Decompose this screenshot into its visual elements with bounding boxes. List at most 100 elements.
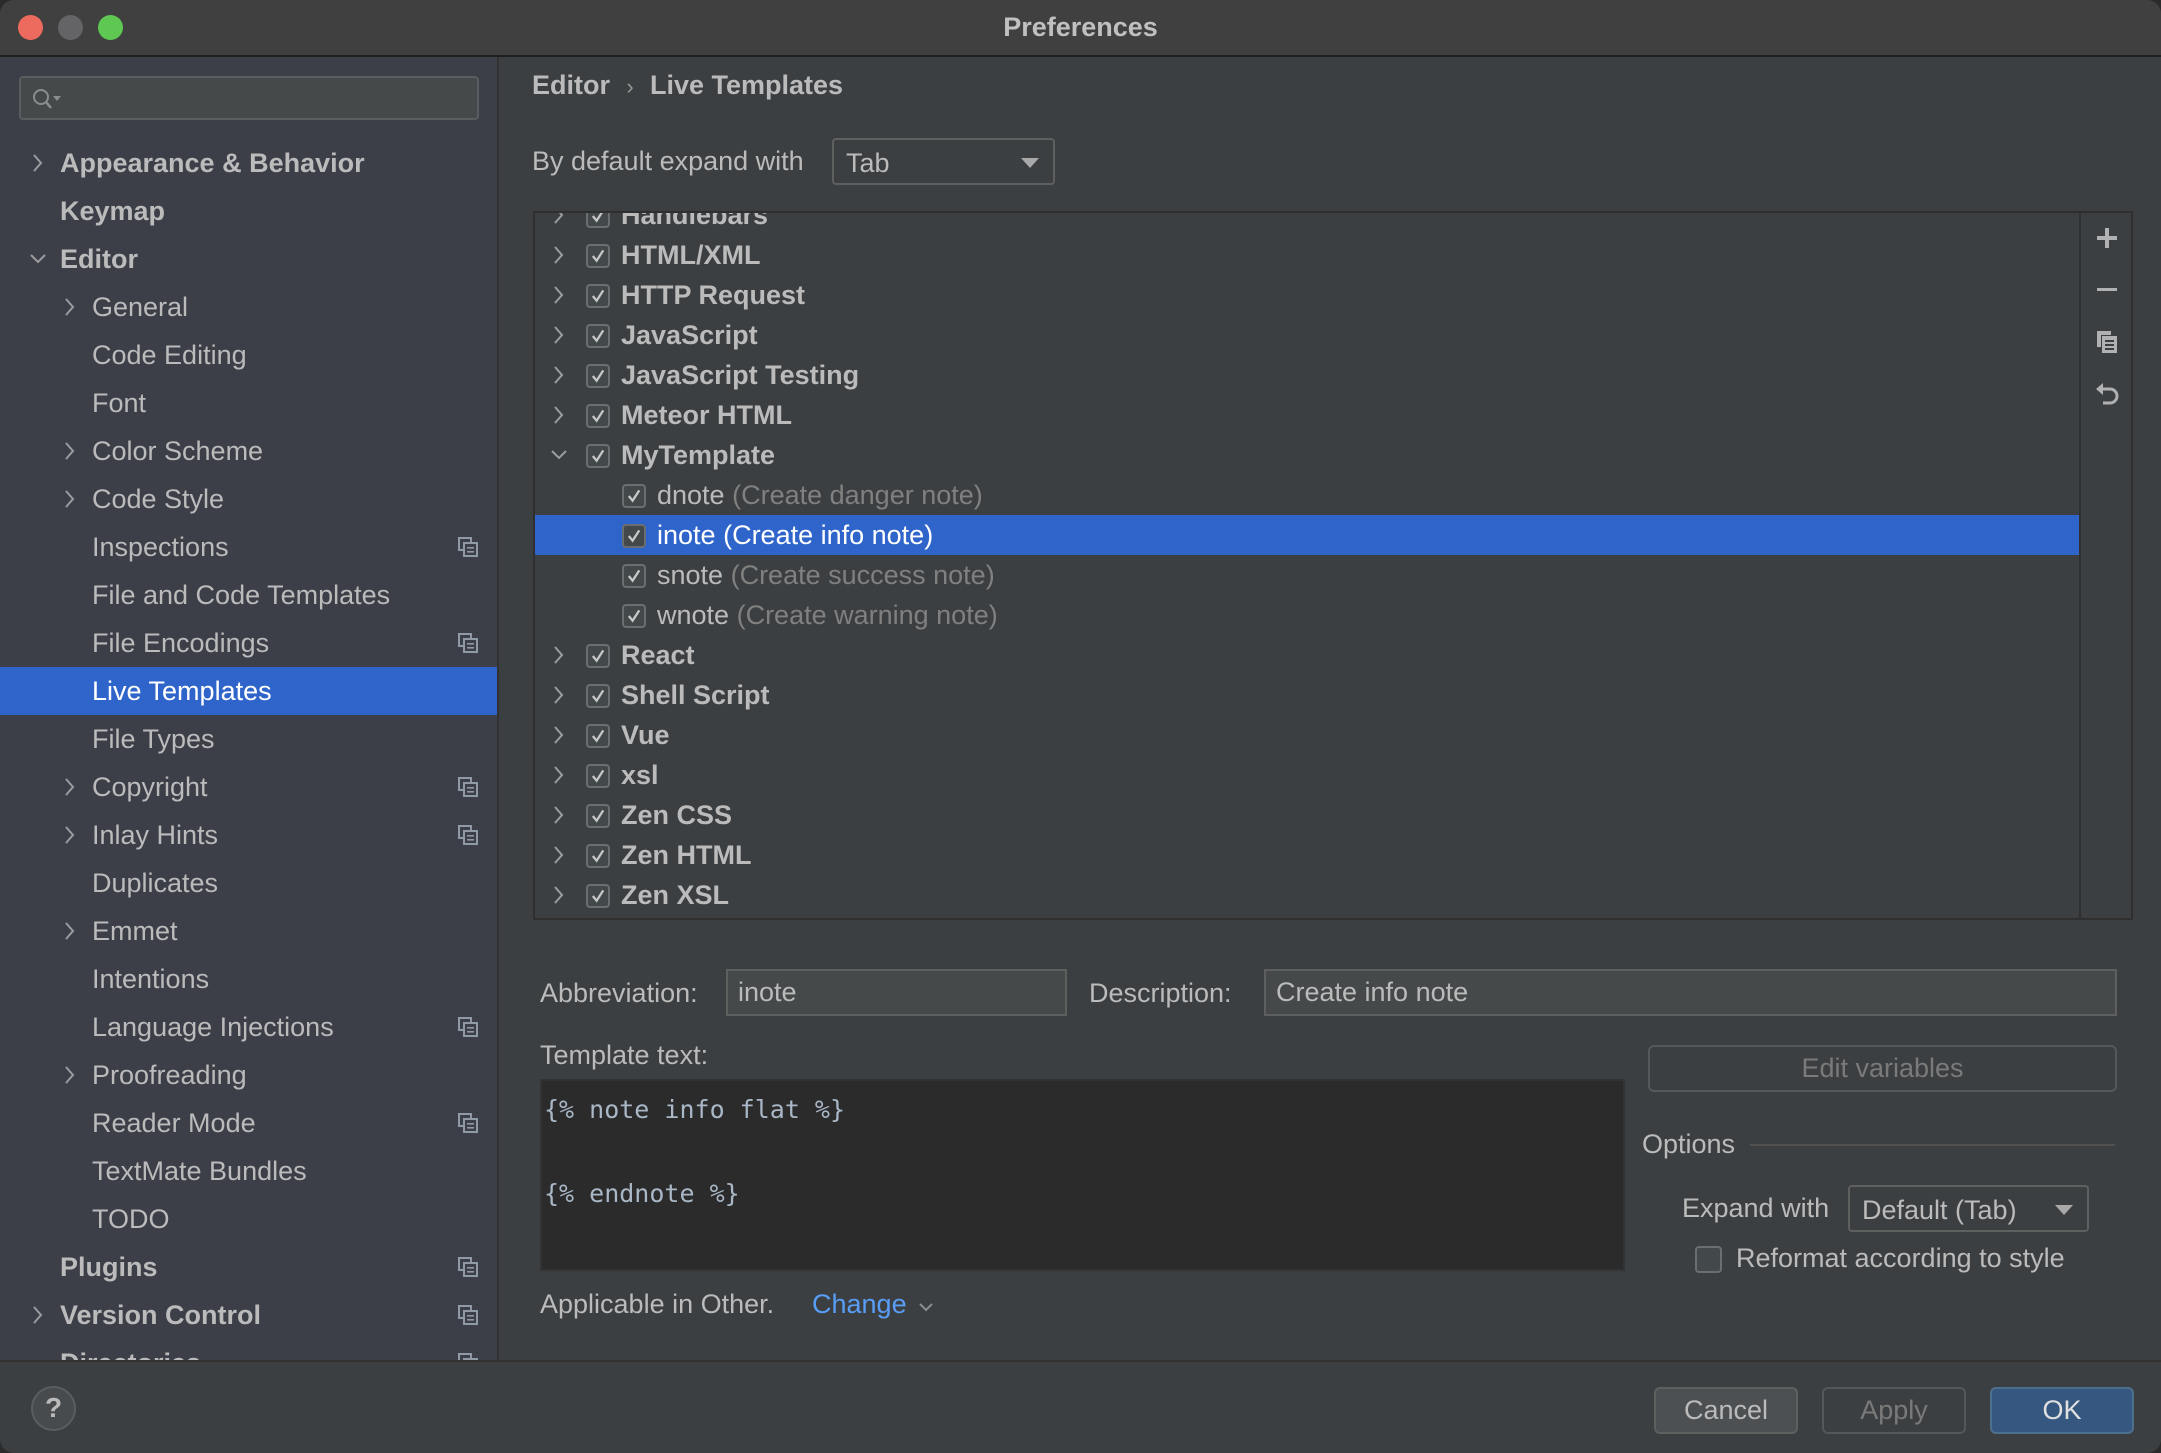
template-group-row[interactable]: JavaScript — [535, 315, 2081, 355]
template-group-row[interactable]: MyTemplate — [535, 435, 2081, 475]
template-group-checkbox[interactable] — [586, 244, 610, 268]
sidebar-item-language-injections[interactable]: Language Injections — [0, 1003, 497, 1051]
chevron-right-icon[interactable] — [549, 795, 569, 835]
sidebar-item-file-types[interactable]: File Types — [0, 715, 497, 763]
template-group-row[interactable]: Zen XSL — [535, 875, 2081, 915]
chevron-right-icon[interactable] — [549, 213, 569, 235]
chevron-right-icon[interactable] — [60, 475, 80, 523]
template-group-checkbox[interactable] — [586, 884, 610, 908]
sidebar-item-reader-mode[interactable]: Reader Mode — [0, 1099, 497, 1147]
template-group-checkbox[interactable] — [586, 724, 610, 748]
sidebar-item-code-editing[interactable]: Code Editing — [0, 331, 497, 379]
sidebar-item-directories[interactable]: Directories — [0, 1339, 497, 1360]
change-context-link[interactable]: Change — [812, 1289, 934, 1320]
template-group-checkbox[interactable] — [586, 804, 610, 828]
sidebar-item-file-and-code-templates[interactable]: File and Code Templates — [0, 571, 497, 619]
sidebar-item-proofreading[interactable]: Proofreading — [0, 1051, 497, 1099]
sidebar-item-copyright[interactable]: Copyright — [0, 763, 497, 811]
chevron-down-icon[interactable] — [549, 435, 569, 475]
restore-icon[interactable] — [2094, 381, 2120, 407]
sidebar-item-editor[interactable]: Editor — [0, 235, 497, 283]
template-group-row[interactable]: Handlebars — [535, 213, 2081, 235]
template-group-row[interactable]: JavaScript Testing — [535, 355, 2081, 395]
chevron-right-icon[interactable] — [60, 907, 80, 955]
chevron-right-icon[interactable] — [549, 675, 569, 715]
template-group-checkbox[interactable] — [586, 684, 610, 708]
chevron-down-icon[interactable] — [28, 235, 48, 283]
template-group-checkbox[interactable] — [586, 764, 610, 788]
template-group-checkbox[interactable] — [586, 284, 610, 308]
chevron-right-icon[interactable] — [549, 315, 569, 355]
chevron-right-icon[interactable] — [549, 355, 569, 395]
chevron-right-icon[interactable] — [549, 755, 569, 795]
template-row[interactable]: wnote (Create warning note) — [535, 595, 2081, 635]
template-group-checkbox[interactable] — [586, 324, 610, 348]
sidebar-item-plugins[interactable]: Plugins — [0, 1243, 497, 1291]
template-group-checkbox[interactable] — [586, 444, 610, 468]
template-row[interactable]: inote (Create info note) — [535, 515, 2081, 555]
template-group-row[interactable]: React — [535, 635, 2081, 675]
chevron-right-icon[interactable] — [60, 1051, 80, 1099]
apply-button[interactable]: Apply — [1822, 1387, 1966, 1434]
template-group-row[interactable]: Zen CSS — [535, 795, 2081, 835]
chevron-right-icon[interactable] — [60, 811, 80, 859]
remove-icon[interactable] — [2094, 277, 2120, 303]
chevron-right-icon[interactable] — [549, 715, 569, 755]
chevron-right-icon[interactable] — [549, 635, 569, 675]
sidebar-item-inspections[interactable]: Inspections — [0, 523, 497, 571]
chevron-right-icon[interactable] — [549, 875, 569, 915]
sidebar-item-textmate-bundles[interactable]: TextMate Bundles — [0, 1147, 497, 1195]
template-group-row[interactable]: Zen HTML — [535, 835, 2081, 875]
template-group-row[interactable]: HTTP Request — [535, 275, 2081, 315]
sidebar-item-file-encodings[interactable]: File Encodings — [0, 619, 497, 667]
sidebar-item-todo[interactable]: TODO — [0, 1195, 497, 1243]
sidebar-item-live-templates[interactable]: Live Templates — [0, 667, 497, 715]
chevron-right-icon[interactable] — [28, 1291, 48, 1339]
duplicate-icon[interactable] — [2094, 328, 2120, 354]
template-group-row[interactable]: xsl — [535, 755, 2081, 795]
chevron-right-icon[interactable] — [549, 395, 569, 435]
chevron-right-icon[interactable] — [549, 275, 569, 315]
template-group-row[interactable]: HTML/XML — [535, 235, 2081, 275]
template-checkbox[interactable] — [622, 524, 646, 548]
sidebar-item-emmet[interactable]: Emmet — [0, 907, 497, 955]
chevron-right-icon[interactable] — [60, 427, 80, 475]
sidebar-item-color-scheme[interactable]: Color Scheme — [0, 427, 497, 475]
sidebar-item-font[interactable]: Font — [0, 379, 497, 427]
description-input[interactable]: Create info note — [1264, 969, 2117, 1016]
template-checkbox[interactable] — [622, 604, 646, 628]
sidebar-item-version-control[interactable]: Version Control — [0, 1291, 497, 1339]
expand-with-dropdown[interactable]: Default (Tab) — [1848, 1185, 2089, 1232]
template-group-checkbox[interactable] — [586, 213, 610, 228]
chevron-right-icon[interactable] — [549, 835, 569, 875]
template-checkbox[interactable] — [622, 564, 646, 588]
template-row[interactable]: dnote (Create danger note) — [535, 475, 2081, 515]
sidebar-item-appearance-behavior[interactable]: Appearance & Behavior — [0, 139, 497, 187]
sidebar-item-inlay-hints[interactable]: Inlay Hints — [0, 811, 497, 859]
template-group-row[interactable]: Vue — [535, 715, 2081, 755]
settings-search-input[interactable] — [19, 76, 479, 120]
template-group-checkbox[interactable] — [586, 364, 610, 388]
template-group-row[interactable]: Meteor HTML — [535, 395, 2081, 435]
chevron-right-icon[interactable] — [549, 235, 569, 275]
template-checkbox[interactable] — [622, 484, 646, 508]
chevron-right-icon[interactable] — [60, 283, 80, 331]
template-group-checkbox[interactable] — [586, 844, 610, 868]
chevron-right-icon[interactable] — [60, 763, 80, 811]
abbreviation-input[interactable]: inote — [726, 969, 1067, 1016]
edit-variables-button[interactable]: Edit variables — [1648, 1045, 2117, 1092]
chevron-right-icon[interactable] — [28, 139, 48, 187]
template-group-checkbox[interactable] — [586, 644, 610, 668]
sidebar-item-keymap[interactable]: Keymap — [0, 187, 497, 235]
sidebar-item-code-style[interactable]: Code Style — [0, 475, 497, 523]
add-icon[interactable] — [2094, 225, 2120, 251]
template-group-row[interactable]: Shell Script — [535, 675, 2081, 715]
help-button[interactable]: ? — [31, 1386, 76, 1431]
sidebar-item-general[interactable]: General — [0, 283, 497, 331]
ok-button[interactable]: OK — [1990, 1387, 2134, 1434]
template-text-editor[interactable]: {% note info flat %} {% endnote %} — [540, 1079, 1625, 1271]
template-group-checkbox[interactable] — [586, 404, 610, 428]
template-row[interactable]: snote (Create success note) — [535, 555, 2081, 595]
sidebar-item-intentions[interactable]: Intentions — [0, 955, 497, 1003]
cancel-button[interactable]: Cancel — [1654, 1387, 1798, 1434]
